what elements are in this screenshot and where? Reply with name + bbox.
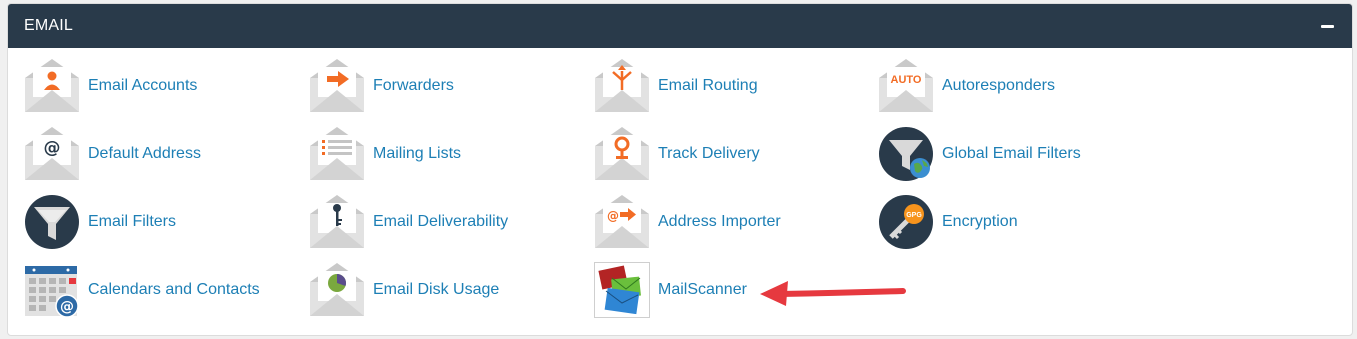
email-disk-usage-label: Email Disk Usage [373,281,500,298]
mailing-lists-icon [309,126,365,182]
mailing-lists-label: Mailing Lists [373,145,462,162]
email-routing-label: Email Routing [658,77,758,94]
autoresponders-icon: AUTO [878,58,934,114]
encryption-icon: GPG [878,194,934,250]
email-filters-icon [24,194,80,250]
track-delivery-link[interactable]: Track Delivery [594,126,760,182]
email-routing-link[interactable]: Email Routing [594,58,758,114]
address-importer-label: Address Importer [658,213,781,230]
calendars-contacts-icon: @ [24,262,80,318]
email-filters-link[interactable]: Email Filters [24,194,176,250]
email-deliverability-label: Email Deliverability [373,213,509,230]
mailscanner-link[interactable]: MailScanner [594,262,747,318]
email-accounts-link[interactable]: Email Accounts [24,58,197,114]
global-email-filters-icon [878,126,934,182]
forwarders-icon [309,58,365,114]
gpg-icon-text: GPG [906,212,922,219]
track-delivery-label: Track Delivery [658,145,760,162]
email-filters-label: Email Filters [88,213,177,230]
auto-icon-text: AUTO [891,74,922,86]
email-deliverability-icon [309,194,365,250]
global-email-filters-link[interactable]: Global Email Filters [878,126,1081,182]
autoresponders-link[interactable]: AUTO Autoresponders [878,58,1055,114]
mailscanner-label: MailScanner [658,281,747,298]
forwarders-link[interactable]: Forwarders [309,58,454,114]
email-routing-icon [594,58,650,114]
default-address-label: Default Address [88,145,201,162]
default-address-icon: @ [24,126,80,182]
default-address-link[interactable]: @ Default Address [24,126,201,182]
panel-header[interactable]: EMAIL [8,4,1352,48]
calendars-contacts-label: Calendars and Contacts [88,281,260,298]
email-deliverability-link[interactable]: Email Deliverability [309,194,508,250]
encryption-link[interactable]: GPG Encryption [878,194,1018,250]
red-arrow-pointer-icon [760,281,906,306]
encryption-label: Encryption [942,213,1018,230]
autoresponders-label: Autoresponders [942,77,1055,94]
track-delivery-icon [594,126,650,182]
address-importer-link[interactable]: @ Address Importer [594,194,781,250]
address-importer-icon: @ [594,194,650,250]
minus-icon [1320,24,1334,28]
panel-title: EMAIL [24,17,74,34]
svg-text:@: @ [607,209,619,223]
calendars-contacts-link[interactable]: @ Calendars and Contacts [24,262,260,318]
email-accounts-label: Email Accounts [88,77,198,94]
collapse-button[interactable] [1316,15,1338,37]
email-disk-usage-link[interactable]: Email Disk Usage [309,262,499,318]
svg-text:@: @ [44,138,61,158]
forwarders-label: Forwarders [373,77,454,94]
mailing-lists-link[interactable]: Mailing Lists [309,126,461,182]
email-disk-usage-icon [309,262,365,318]
mailscanner-icon [594,262,650,318]
email-accounts-icon [24,58,80,114]
email-panel: EMAIL Email Accounts Forwarders Email Ro… [7,3,1353,336]
global-email-filters-label: Global Email Filters [942,145,1081,162]
svg-text:@: @ [60,299,74,315]
